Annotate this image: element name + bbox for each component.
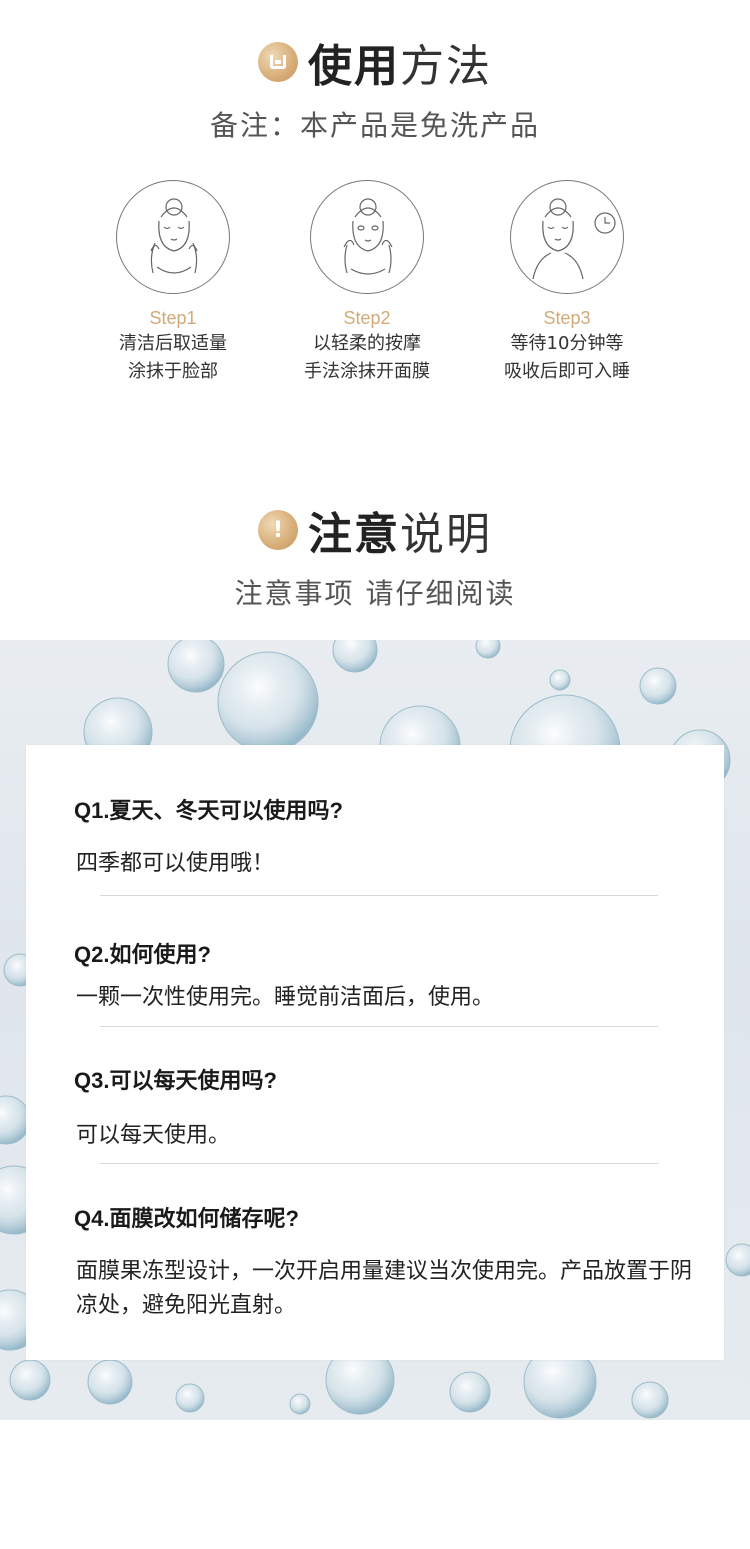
faq-answer-2: 一颗一次性使用完。睡觉前洁面后，使用。 — [76, 985, 495, 1010]
usage-title-light: 方法 — [400, 41, 492, 92]
faq-question-1: Q1.夏天、冬天可以使用吗? — [74, 798, 343, 823]
faq-answer-4: 面膜果冻型设计，一次开启用量建议当次使用完。产品放置于阴凉处，避免阳光直射。 — [76, 1259, 693, 1318]
step-1-desc-line1: 清洁后取适量 — [119, 333, 227, 354]
step-1: Step1 清洁后取适量 涂抹于脸部 — [73, 180, 273, 385]
face-massage-icon — [310, 180, 424, 294]
notice-title-light: 说明 — [400, 509, 492, 560]
faq-answer-1: 四季都可以使用哦！ — [76, 851, 275, 876]
notice-heading: ! 注意说明 — [0, 502, 750, 560]
faq-question-2: Q2.如何使用? — [74, 942, 211, 967]
notice-subtitle: 注意事项 请仔细阅读 — [234, 577, 516, 610]
usage-note: 备注：本产品是免洗产品 — [209, 109, 540, 142]
faq-card: Q1.夏天、冬天可以使用吗? 四季都可以使用哦！ Q2.如何使用? 一颗一次性使… — [26, 745, 724, 1360]
step-2-desc-line1: 以轻柔的按摩 — [313, 333, 421, 354]
notice-title-bold: 注意 — [308, 509, 400, 560]
step-1-label: Step1 — [149, 308, 197, 328]
step-1-desc-line2: 涂抹于脸部 — [128, 361, 218, 382]
step-3: Step3 等待10分钟等 吸收后即可入睡 — [467, 180, 667, 385]
face-wait-clock-icon — [510, 180, 624, 294]
steps-row: Step1 清洁后取适量 涂抹于脸部 Step2 以轻柔的按摩 手法涂抹开面膜 … — [0, 180, 750, 400]
step-2: Step2 以轻柔的按摩 手法涂抹开面膜 — [267, 180, 467, 385]
step-3-desc-line1: 等待10分钟等 — [510, 333, 624, 354]
faq-question-3: Q3.可以每天使用吗? — [74, 1068, 277, 1093]
step-2-desc-line2: 手法涂抹开面膜 — [304, 361, 430, 382]
exclamation-badge-icon: ! — [258, 510, 298, 550]
step-3-label: Step3 — [543, 308, 591, 328]
divider — [100, 895, 658, 896]
u-badge-icon — [258, 42, 298, 82]
faq-answer-3: 可以每天使用。 — [76, 1123, 231, 1148]
faq-question-4: Q4.面膜改如何储存呢? — [74, 1206, 299, 1231]
usage-title-bold: 使用 — [308, 41, 400, 92]
divider — [100, 1163, 658, 1164]
face-cleanse-icon — [116, 180, 230, 294]
divider — [100, 1026, 658, 1027]
step-3-desc-line2: 吸收后即可入睡 — [504, 361, 630, 382]
step-2-label: Step2 — [343, 308, 391, 328]
usage-heading: 使用方法 — [0, 34, 750, 92]
